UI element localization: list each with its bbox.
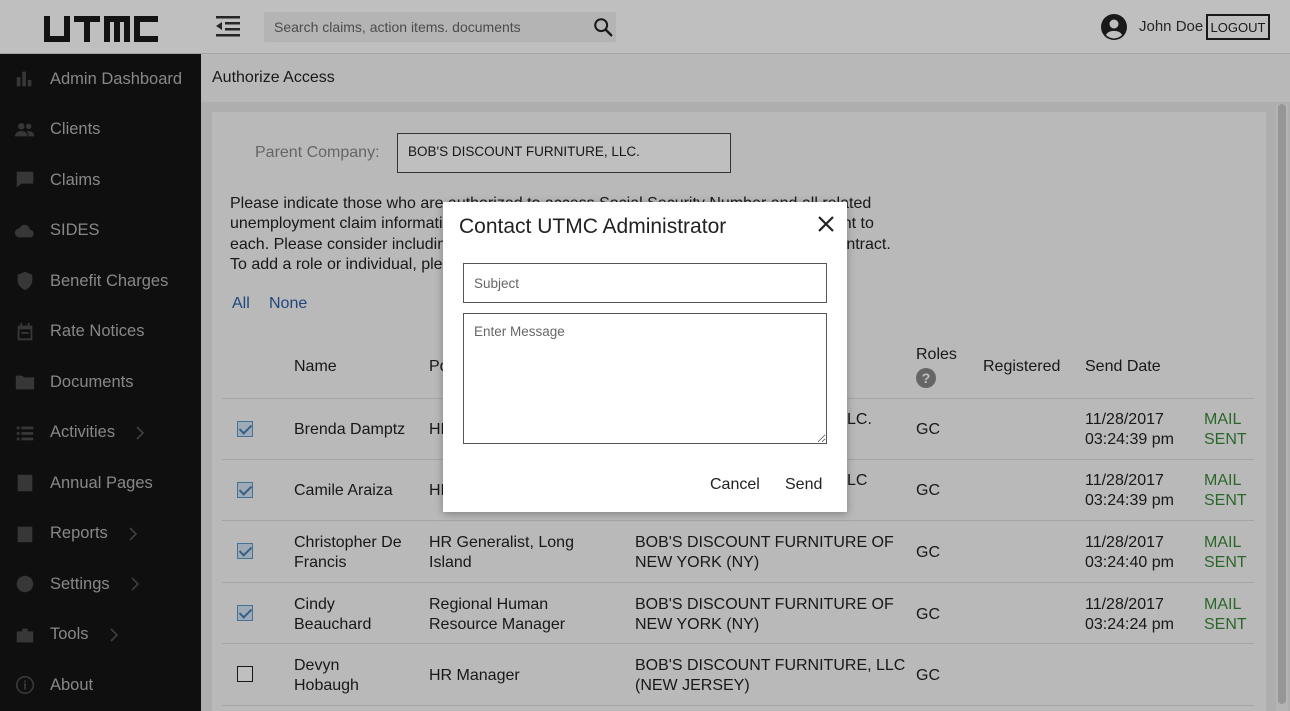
close-icon[interactable] xyxy=(817,215,835,233)
message-textarea[interactable] xyxy=(463,313,827,444)
send-button[interactable]: Send xyxy=(785,476,822,494)
cancel-button[interactable]: Cancel xyxy=(710,476,760,494)
dialog-title: Contact UTMC Administrator xyxy=(459,215,727,238)
contact-admin-dialog: Contact UTMC Administrator Cancel Send xyxy=(443,202,847,512)
subject-input[interactable] xyxy=(463,263,827,303)
